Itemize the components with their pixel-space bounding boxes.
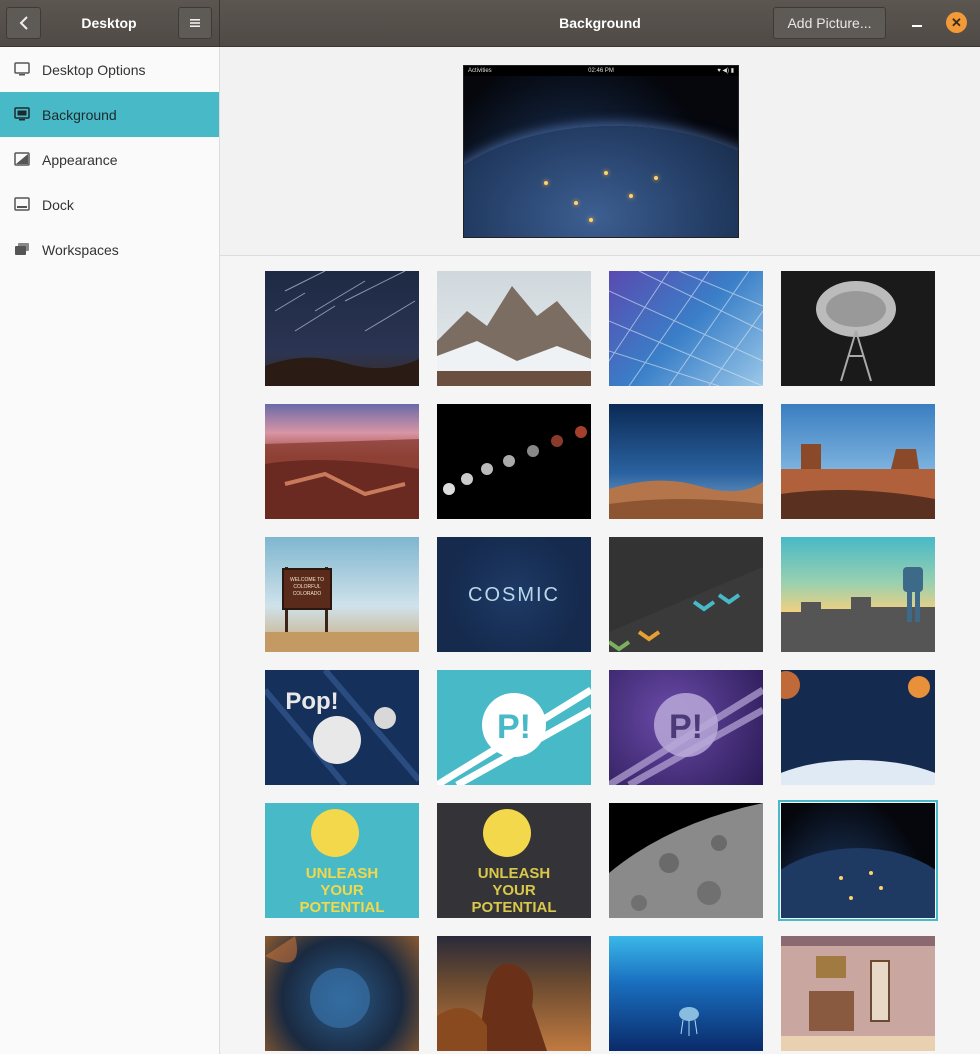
moon-surface-image bbox=[609, 803, 763, 918]
wallpaper-lunar-eclipse[interactable] bbox=[437, 404, 591, 519]
monitor-icon bbox=[14, 62, 30, 76]
sidebar-item-label: Dock bbox=[42, 196, 74, 213]
sidebar-item-appearance[interactable]: Appearance bbox=[0, 137, 219, 182]
earth-image bbox=[464, 126, 738, 237]
cartoon-room-image bbox=[781, 936, 935, 1051]
preview-area: Activities 02:46 PM ♥ ◀) ▮ bbox=[220, 47, 980, 256]
valley-image bbox=[781, 444, 935, 519]
back-button[interactable] bbox=[6, 7, 41, 39]
wallpaper-pop-logo-teal[interactable]: P! bbox=[437, 670, 591, 785]
wallpaper-cartoon-room[interactable] bbox=[781, 936, 935, 1051]
wallpaper-bubble-nebula[interactable] bbox=[265, 936, 419, 1051]
wallpaper-cosmic[interactable]: COSMIC bbox=[437, 537, 591, 652]
wallpaper-moon-surface[interactable] bbox=[609, 803, 763, 918]
svg-text:P!: P! bbox=[669, 708, 703, 746]
wallpaper-planets[interactable] bbox=[781, 670, 935, 785]
wallpaper-monument-valley[interactable] bbox=[781, 404, 935, 519]
wallpaper-pop-logo-purple[interactable]: P! bbox=[609, 670, 763, 785]
unleash-teal-text: UNLEASH YOUR POTENTIAL bbox=[299, 865, 385, 916]
sidebar-item-label: Desktop Options bbox=[42, 61, 146, 78]
wallpaper-radio-dish[interactable] bbox=[781, 271, 935, 386]
svg-text:P!: P! bbox=[497, 708, 531, 746]
sidebar-title: Desktop bbox=[81, 15, 137, 31]
sidebar-item-desktop-options[interactable]: Desktop Options bbox=[0, 47, 219, 92]
pop-logo-teal-image: P! bbox=[437, 687, 591, 785]
wallpaper-star-trails[interactable] bbox=[265, 271, 419, 386]
wallpaper-robot-city[interactable] bbox=[781, 537, 935, 652]
mountains-image bbox=[437, 286, 591, 386]
preview-clock: 02:46 PM bbox=[588, 68, 614, 74]
eclipse-image bbox=[443, 426, 587, 495]
wallpaper-pop-moon[interactable]: Pop! bbox=[265, 670, 419, 785]
wallpaper-snowy-mountains[interactable] bbox=[437, 271, 591, 386]
canyon-image bbox=[265, 439, 419, 519]
sidebar-item-label: Appearance bbox=[42, 151, 118, 168]
sidebar-item-dock[interactable]: Dock bbox=[0, 182, 219, 227]
chevrons-image bbox=[609, 567, 763, 652]
robot-city-image bbox=[781, 567, 935, 652]
pillars-nebula-image bbox=[437, 963, 547, 1051]
unleash-dark-text: UNLEASH YOUR POTENTIAL bbox=[471, 865, 557, 916]
dunes-image bbox=[609, 480, 763, 519]
chevron-left-icon bbox=[19, 16, 28, 30]
wallpaper-pillars-nebula[interactable] bbox=[437, 936, 591, 1051]
wallpaper-unleash-dark[interactable]: UNLEASH YOUR POTENTIAL bbox=[437, 803, 591, 918]
wallpaper-grand-canyon[interactable] bbox=[265, 404, 419, 519]
wallpaper-colorado-sign[interactable]: WELCOME TO COLORFUL COLORADO bbox=[265, 537, 419, 652]
wallpaper-earth-night[interactable] bbox=[778, 800, 938, 921]
sidebar-header: Desktop bbox=[0, 0, 220, 46]
preview-status-icons: ♥ ◀) ▮ bbox=[717, 68, 734, 74]
wallpaper-unleash-teal[interactable]: UNLEASH YOUR POTENTIAL bbox=[265, 803, 419, 918]
earth-night-image bbox=[781, 848, 935, 918]
sidebar-item-workspaces[interactable]: Workspaces bbox=[0, 227, 219, 272]
minimize-icon bbox=[912, 25, 922, 27]
add-picture-button[interactable]: Add Picture... bbox=[773, 7, 886, 39]
wallpaper-chevrons[interactable] bbox=[609, 537, 763, 652]
minimize-button[interactable] bbox=[906, 11, 928, 33]
dock-icon bbox=[14, 197, 30, 211]
background-icon bbox=[14, 107, 30, 121]
menu-button[interactable] bbox=[178, 7, 212, 39]
colorado-sign-text: WELCOME TO COLORFUL COLORADO bbox=[290, 577, 324, 597]
planets-image bbox=[781, 671, 935, 785]
bubble-nebula-image bbox=[265, 936, 370, 1028]
star-trails-image bbox=[265, 271, 419, 386]
preview-topbar: Activities 02:46 PM ♥ ◀) ▮ bbox=[464, 66, 738, 76]
jellyfish-image bbox=[679, 1007, 699, 1036]
background-preview: Activities 02:46 PM ♥ ◀) ▮ bbox=[463, 65, 739, 238]
close-icon: ✕ bbox=[951, 14, 962, 30]
appearance-icon bbox=[14, 152, 30, 166]
sidebar: Desktop Options Background Appearance Do… bbox=[0, 47, 220, 1054]
dish-image bbox=[816, 281, 896, 382]
close-button[interactable]: ✕ bbox=[946, 12, 967, 33]
hamburger-icon bbox=[190, 19, 200, 27]
wallpaper-geodesic-dome[interactable] bbox=[609, 271, 763, 386]
wallpaper-jellyfish[interactable] bbox=[609, 936, 763, 1051]
cosmic-text: COSMIC bbox=[468, 584, 560, 606]
wallpaper-desert-dunes[interactable] bbox=[609, 404, 763, 519]
header-bar: Desktop Background Add Picture... ✕ bbox=[0, 0, 980, 47]
workspaces-icon bbox=[15, 243, 29, 255]
sidebar-item-background[interactable]: Background bbox=[0, 92, 219, 137]
sidebar-item-label: Workspaces bbox=[42, 241, 119, 258]
sidebar-item-label: Background bbox=[42, 106, 117, 123]
pop-text: Pop! bbox=[285, 688, 339, 715]
pop-logo-purple-image: P! bbox=[609, 687, 763, 785]
dome-image bbox=[609, 271, 763, 386]
